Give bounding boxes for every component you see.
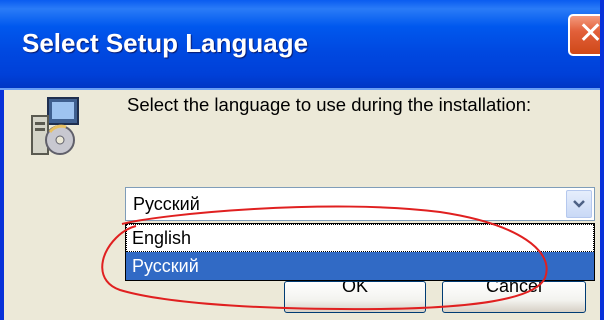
- option-english[interactable]: English: [126, 224, 594, 252]
- ok-button[interactable]: OK: [284, 281, 426, 313]
- title-bar[interactable]: Select Setup Language ✕: [0, 0, 600, 90]
- cancel-button-label: Cancel: [485, 281, 543, 296]
- option-russian[interactable]: Русский: [126, 252, 594, 280]
- selected-language: Русский: [133, 194, 200, 214]
- cancel-button[interactable]: Cancel: [442, 281, 586, 313]
- close-icon: ✕: [578, 17, 604, 50]
- chevron-down-icon: [573, 200, 585, 208]
- dropdown-arrow-button[interactable]: [566, 190, 592, 218]
- language-dropdown-list: English Русский: [125, 223, 595, 281]
- window-border: [0, 90, 4, 320]
- window-title: Select Setup Language: [22, 28, 309, 58]
- ok-button-label: OK: [341, 281, 368, 296]
- language-prompt: Select the language to use during the in…: [127, 94, 532, 115]
- setup-disk-icon: [31, 97, 79, 155]
- language-select[interactable]: Русский: [125, 187, 595, 221]
- setup-language-dialog: Select Setup Language ✕ Select the langu…: [0, 0, 604, 320]
- close-button[interactable]: ✕: [568, 14, 604, 56]
